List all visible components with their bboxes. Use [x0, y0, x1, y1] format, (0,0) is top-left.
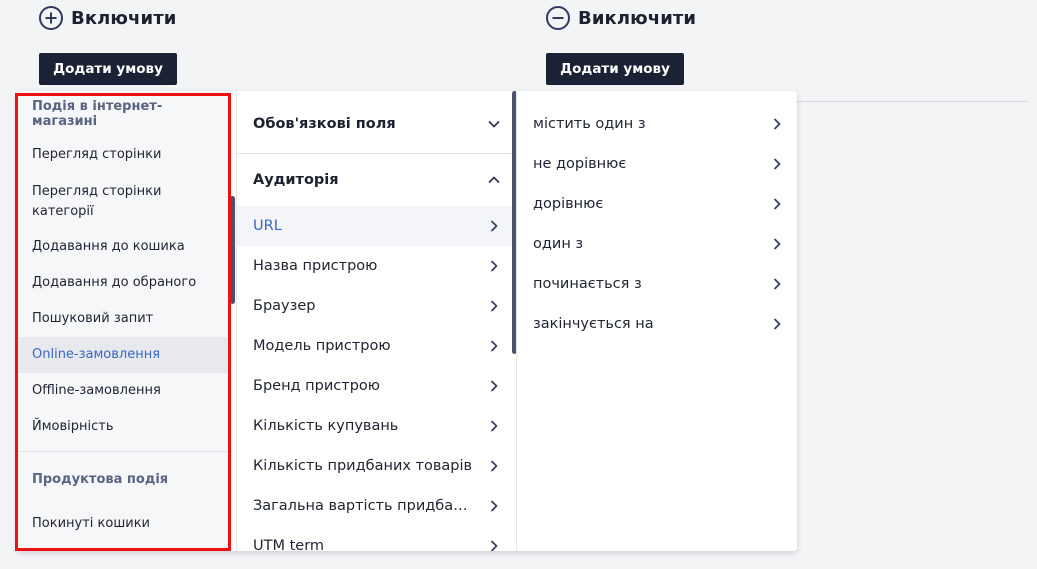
- plus-circle-icon[interactable]: [39, 6, 63, 30]
- group-title-product-event: Продуктова подія: [32, 471, 169, 487]
- field-list-item[interactable]: Бренд пристрою: [237, 366, 514, 406]
- chevron-right-icon: [488, 300, 500, 312]
- field-item-label: Загальна вартість придбаних товарів: [253, 498, 475, 514]
- event-list-item[interactable]: Offline-замовлення: [17, 373, 229, 409]
- operator-item-label: не дорівнює: [533, 156, 627, 172]
- operator-item-label: дорівнює: [533, 196, 604, 212]
- operator-column: містить один з не дорівнює дорівнює один з п…: [516, 91, 797, 551]
- chevron-right-icon: [488, 540, 500, 551]
- chevron-right-icon: [488, 260, 500, 272]
- event-list-item[interactable]: Ймовірність: [17, 409, 229, 445]
- field-list-item[interactable]: Назва пристрою: [237, 246, 514, 286]
- chevron-right-icon: [771, 318, 783, 330]
- field-list-item[interactable]: Браузер: [237, 286, 514, 326]
- field-list-item[interactable]: Загальна вартість придбаних товарів: [237, 486, 514, 526]
- operator-list-item[interactable]: дорівнює: [517, 184, 797, 224]
- field-list-item[interactable]: Кількість придбаних товарів: [237, 446, 514, 486]
- chevron-right-icon: [488, 220, 500, 232]
- include-title: Включити: [71, 7, 177, 29]
- field-list-item[interactable]: Кількість купувань: [237, 406, 514, 446]
- field-list-item[interactable]: UTM term: [237, 526, 514, 551]
- field-column: Обов'язкові поля Аудиторія URL Назва прис…: [236, 91, 514, 551]
- field-item-label: UTM term: [253, 538, 325, 551]
- minus-circle-icon[interactable]: [546, 6, 570, 30]
- chevron-right-icon: [488, 500, 500, 512]
- operator-item-label: закінчується на: [533, 316, 654, 332]
- chevron-right-icon: [771, 238, 783, 250]
- chevron-right-icon: [771, 118, 783, 130]
- event-category-column: Подія в інтернет-магазині Перегляд сторі…: [17, 91, 229, 551]
- chevron-right-icon: [488, 460, 500, 472]
- required-fields-label: Обов'язкові поля: [253, 116, 396, 132]
- field-item-label: Браузер: [253, 298, 316, 314]
- audience-group[interactable]: Аудиторія: [237, 154, 514, 206]
- field-item-label: URL: [253, 218, 282, 234]
- exclude-add-condition-button[interactable]: Додати умову: [546, 53, 684, 85]
- chevron-right-icon: [771, 158, 783, 170]
- event-list-item[interactable]: Перегляд сторінки: [17, 137, 229, 173]
- field-item-label: Кількість купувань: [253, 418, 399, 434]
- chevron-right-icon: [488, 420, 500, 432]
- field-list-item[interactable]: URL: [237, 206, 514, 246]
- required-fields-group[interactable]: Обов'язкові поля: [237, 91, 514, 153]
- group-title-shop-event: Подія в інтернет-магазині: [32, 99, 163, 129]
- chevron-right-icon: [771, 278, 783, 290]
- operator-item-label: починається з: [533, 276, 642, 292]
- operator-list-item[interactable]: починається з: [517, 264, 797, 304]
- exclude-section-header: Виключити: [546, 6, 696, 30]
- operator-list-item[interactable]: закінчується на: [517, 304, 797, 344]
- chevron-right-icon: [771, 198, 783, 210]
- exclude-title: Виключити: [578, 7, 697, 29]
- exclude-divider: [796, 101, 1029, 102]
- include-section-header: Включити: [39, 6, 176, 30]
- condition-dropdown: Подія в інтернет-магазині Перегляд сторі…: [17, 91, 797, 551]
- event-list-item[interactable]: Додавання до кошика: [17, 229, 229, 265]
- operator-item-label: містить один з: [533, 116, 646, 132]
- operator-list-item[interactable]: не дорівнює: [517, 144, 797, 184]
- chevron-right-icon: [488, 340, 500, 352]
- event-list-item[interactable]: Перегляд сторінки категорії: [17, 173, 229, 229]
- include-add-condition-button[interactable]: Додати умову: [39, 53, 177, 85]
- event-list-item[interactable]: Додавання до обраного: [17, 265, 229, 301]
- audience-label: Аудиторія: [253, 172, 339, 188]
- field-item-label: Назва пристрою: [253, 258, 378, 274]
- chevron-down-icon: [488, 118, 500, 130]
- event-list-item[interactable]: Пошуковий запит: [17, 301, 229, 337]
- field-item-label: Модель пристрою: [253, 338, 391, 354]
- field-list-item[interactable]: Модель пристрою: [237, 326, 514, 366]
- operator-list-item[interactable]: містить один з: [517, 104, 797, 144]
- chevron-up-icon: [488, 174, 500, 186]
- field-item-label: Кількість придбаних товарів: [253, 458, 473, 474]
- event-list-item[interactable]: Online-замовлення: [17, 337, 229, 373]
- event-list-item[interactable]: Покинуті кошики: [17, 506, 229, 542]
- field-item-label: Бренд пристрою: [253, 378, 380, 394]
- operator-item-label: один з: [533, 236, 584, 252]
- operator-list-item[interactable]: один з: [517, 224, 797, 264]
- event-column-scrollbar[interactable]: [230, 196, 235, 304]
- chevron-right-icon: [488, 380, 500, 392]
